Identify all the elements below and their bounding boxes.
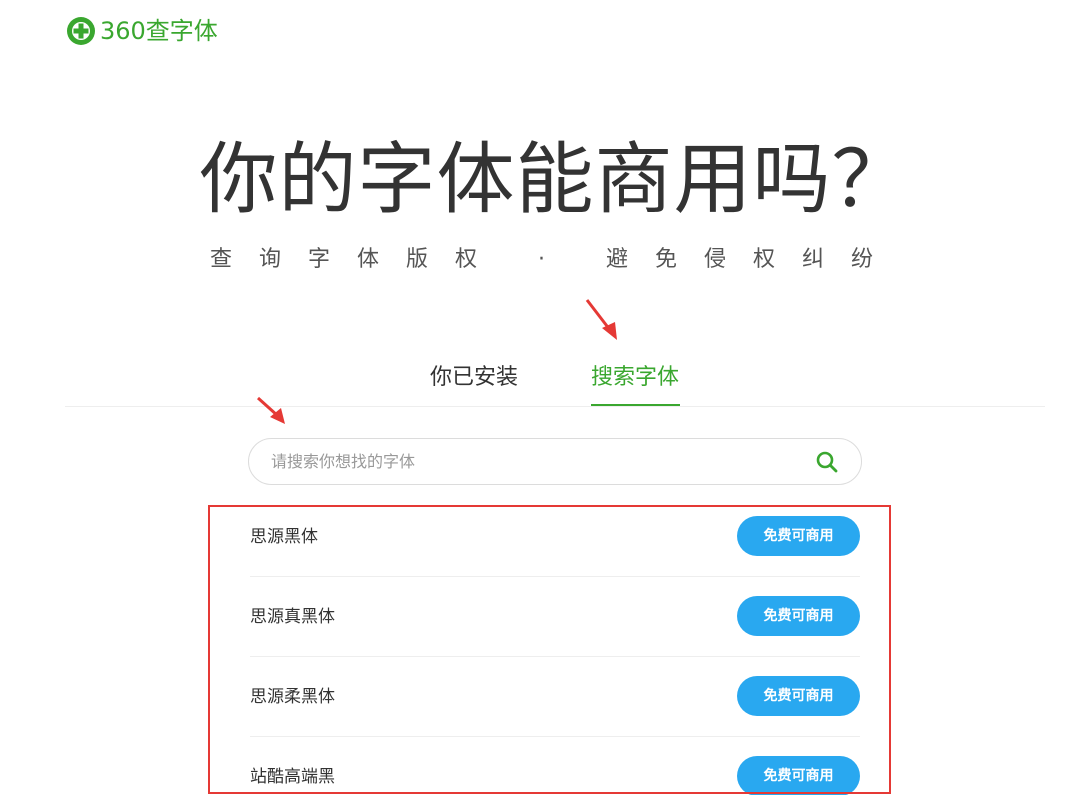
brand-logo[interactable]: 360查字体 bbox=[66, 14, 218, 48]
tab-bar: 你已安装 搜索字体 bbox=[0, 356, 1080, 406]
plus-circle-icon bbox=[67, 17, 95, 45]
tab-installed[interactable]: 你已安装 bbox=[430, 356, 518, 406]
annotation-highlight bbox=[208, 505, 891, 794]
tab-search-fonts[interactable]: 搜索字体 bbox=[591, 356, 680, 406]
page-subtitle: 查询字体版权 · 避免侵权纠纷 bbox=[210, 247, 900, 272]
annotation-arrow-icon bbox=[585, 299, 617, 340]
divider bbox=[65, 406, 1045, 407]
brand-name: 360查字体 bbox=[100, 17, 218, 45]
search-input[interactable] bbox=[271, 439, 791, 484]
search-icon[interactable] bbox=[815, 450, 839, 474]
page-title: 你的字体能商用吗？ bbox=[199, 135, 911, 225]
annotation-arrow-icon bbox=[256, 396, 285, 424]
search-bar bbox=[248, 438, 862, 485]
